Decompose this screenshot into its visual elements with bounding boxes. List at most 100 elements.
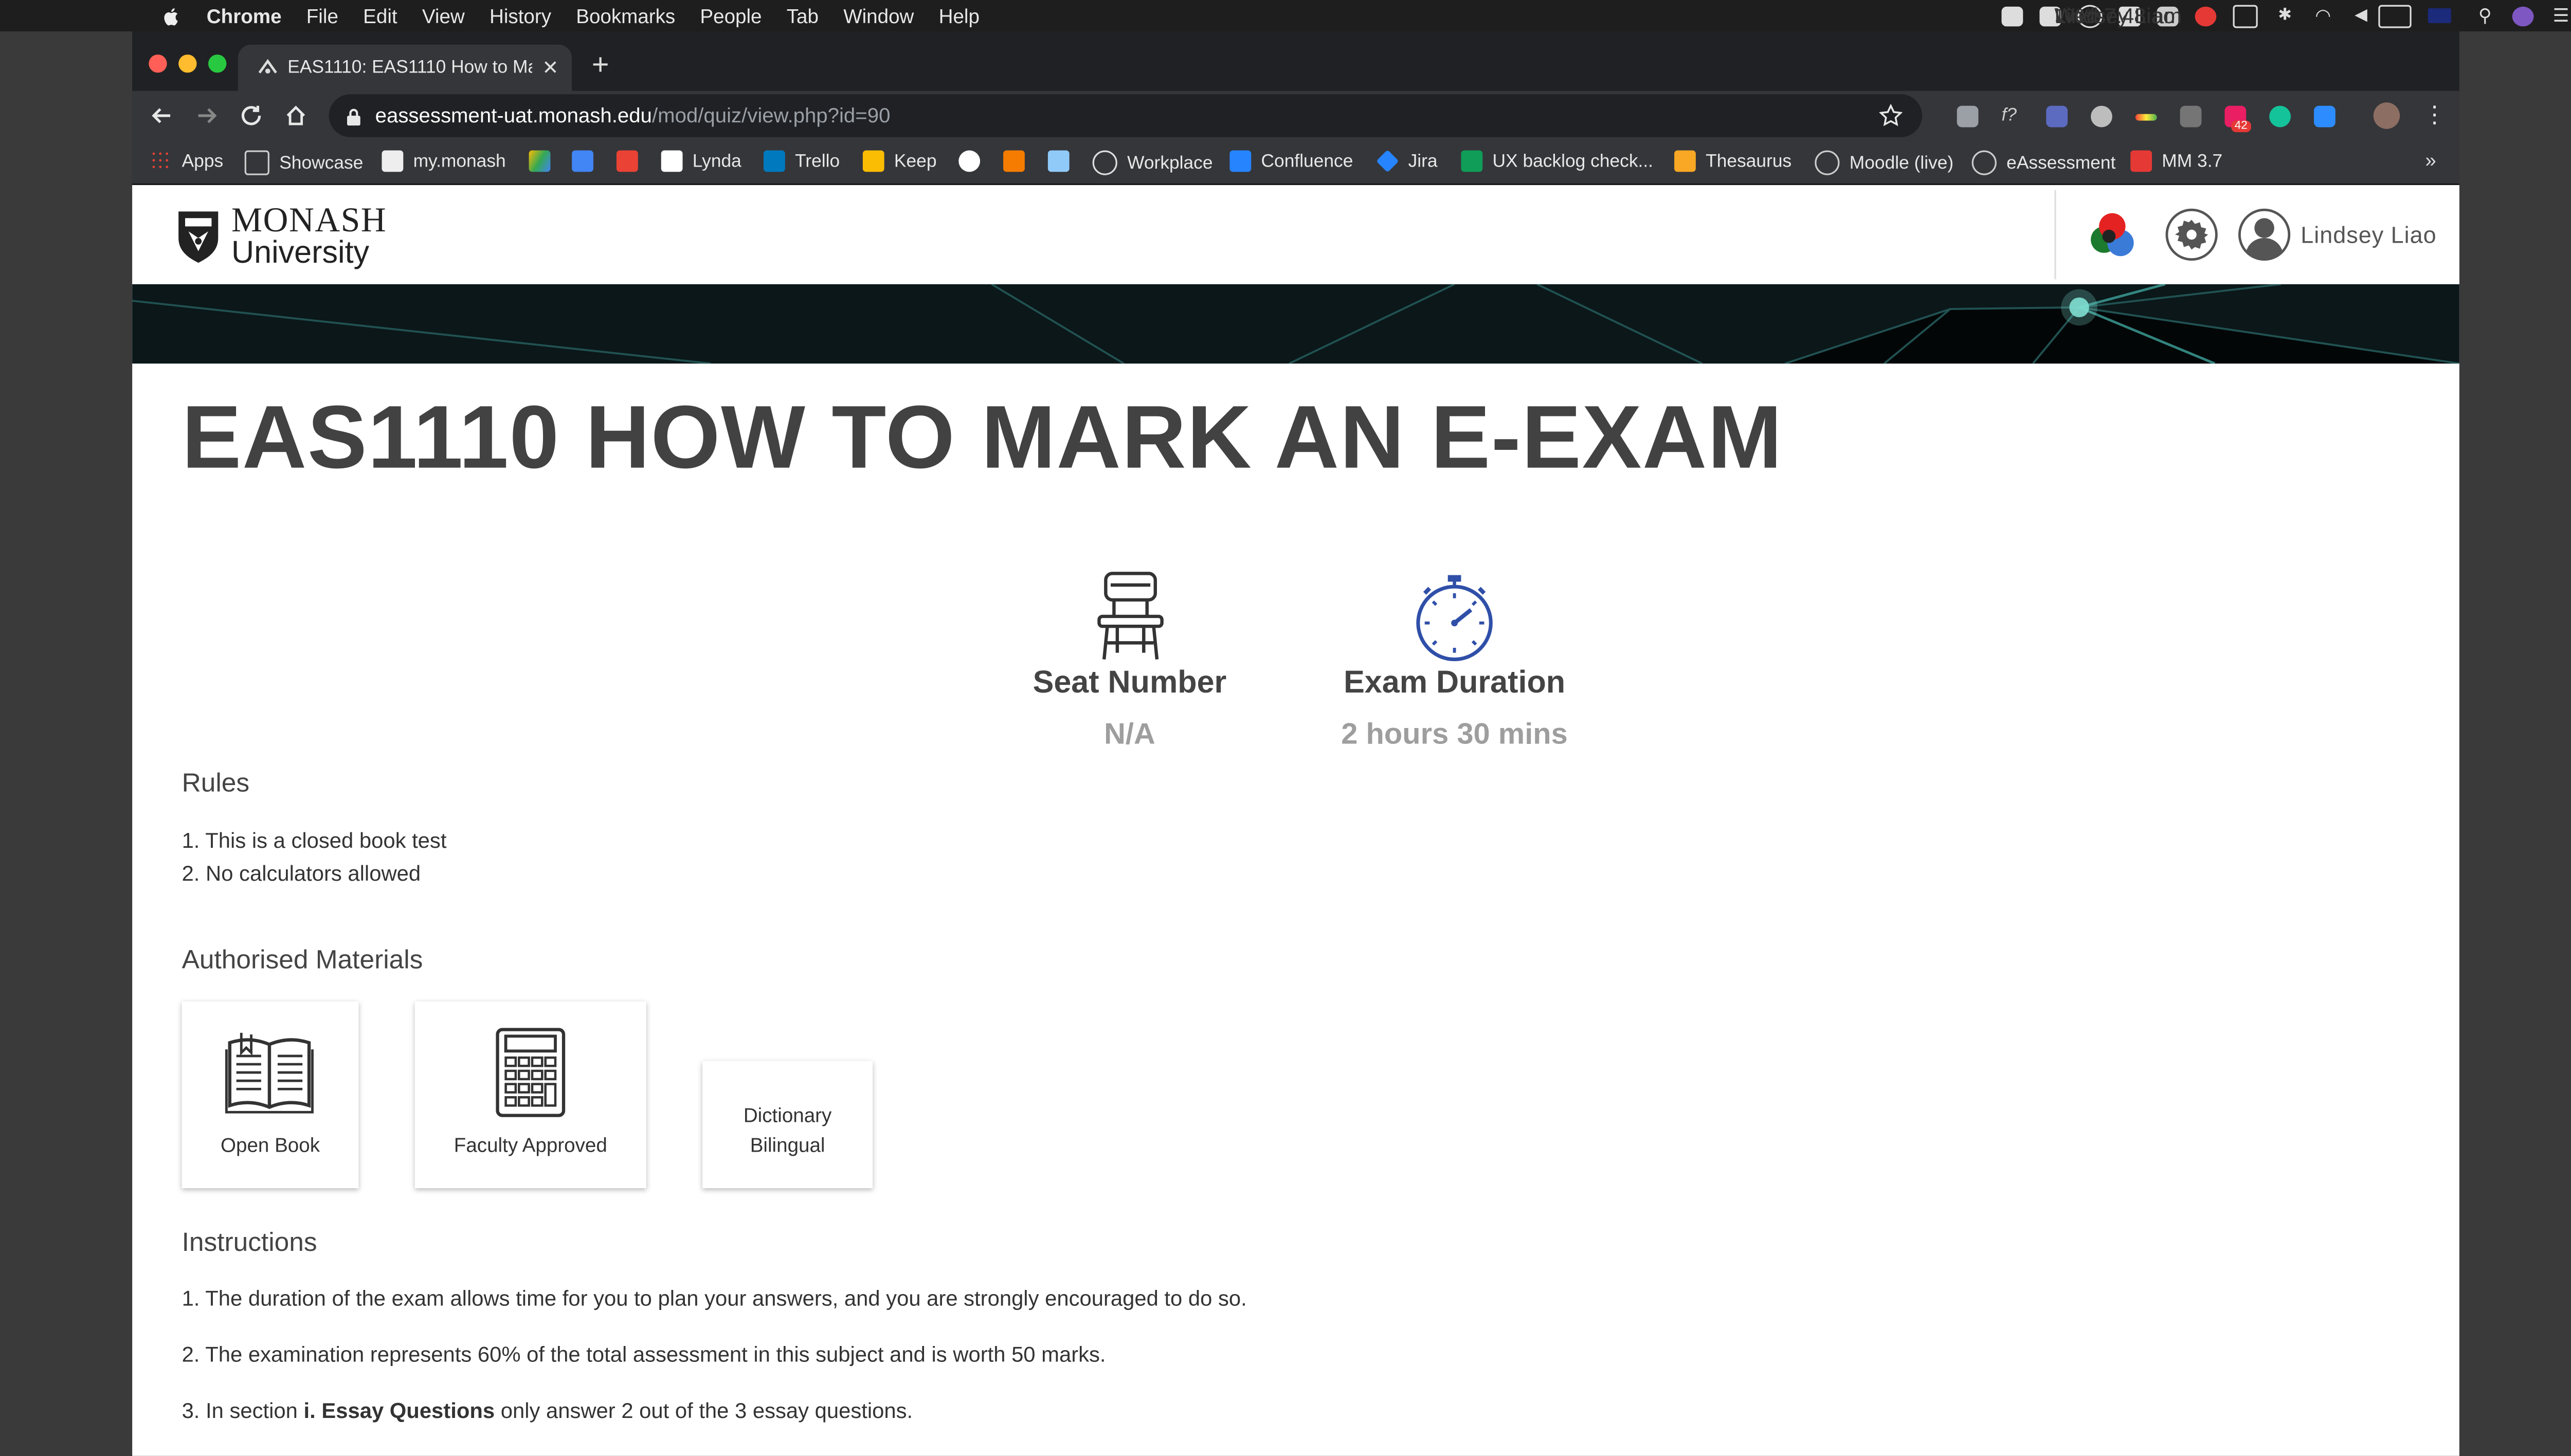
menu-tab[interactable]: Tab <box>787 4 819 27</box>
trello-icon <box>764 150 785 172</box>
exam-duration-label: Exam Duration <box>1344 666 1566 701</box>
color-dots-icon[interactable] <box>2088 210 2141 263</box>
tray-app-icon[interactable] <box>2001 6 2023 26</box>
bookmark-mm37[interactable]: MM 3.7 <box>2130 150 2222 172</box>
camera-extension-icon[interactable] <box>1957 105 1979 128</box>
menu-view[interactable]: View <box>422 4 465 27</box>
extension-icon[interactable] <box>2180 105 2202 128</box>
menu-file[interactable]: File <box>306 4 338 27</box>
user-avatar-icon[interactable] <box>2238 208 2291 261</box>
sheets-icon <box>1461 150 1483 172</box>
bookmark-label: Keep <box>894 151 937 171</box>
bookmark-site-icon <box>1003 150 1025 172</box>
tab-strip: EAS1110: EAS1110 How to Mark ✕ + <box>132 31 2459 91</box>
keep-icon <box>862 150 884 172</box>
lock-icon[interactable] <box>346 106 362 125</box>
screen: Chrome File Edit View History Bookmarks … <box>0 0 2571 1456</box>
bookmark-jira[interactable]: Jira <box>1376 150 1438 173</box>
tab-close-icon[interactable]: ✕ <box>542 56 558 79</box>
exam-duration-value: 2 hours 30 mins <box>1341 717 1568 751</box>
header-username[interactable]: Lindsey Liao <box>2301 222 2436 248</box>
input-flag-icon[interactable] <box>2428 8 2451 24</box>
bookmark-confluence[interactable]: Confluence <box>1229 150 1353 172</box>
home-icon[interactable] <box>283 102 309 129</box>
wifi-icon[interactable]: ◠ <box>2312 6 2334 26</box>
bookmark-my-monash[interactable]: my.monash <box>382 150 506 172</box>
bookmark-thesaurus[interactable]: Thesaurus <box>1674 150 1792 172</box>
new-tab-button[interactable]: + <box>592 48 609 83</box>
menu-app-chrome[interactable]: Chrome <box>207 4 282 27</box>
extension-icon[interactable] <box>2046 105 2068 128</box>
bookmark-label: Lynda <box>692 151 741 171</box>
spotlight-search-icon[interactable]: ⚲ <box>2474 6 2496 26</box>
extension-icon[interactable] <box>2091 105 2112 128</box>
bookmark-calendar[interactable] <box>572 150 603 172</box>
bluetooth-icon[interactable]: ✱ <box>2274 6 2296 26</box>
formula-extension-icon[interactable]: f? <box>2002 106 2023 128</box>
chrome-menu-icon[interactable]: ⋮ <box>2423 101 2446 129</box>
bookmark-gmail[interactable] <box>616 150 648 172</box>
menu-window[interactable]: Window <box>843 4 914 27</box>
siri-icon[interactable] <box>2512 6 2534 26</box>
bookmark-moodle-live[interactable]: Moodle (live) <box>1815 150 1953 175</box>
profile-avatar[interactable] <box>2373 102 2400 129</box>
workplace-icon <box>1092 150 1117 175</box>
bookmarks-bar: Apps Showcase my.monash Lynda Trello Kee… <box>132 140 2459 186</box>
volume-icon[interactable]: ◀ <box>2350 6 2372 26</box>
bookmark-extra[interactable] <box>1047 150 1079 172</box>
bookmark-lynda[interactable]: Lynda <box>661 150 741 172</box>
instructions-heading: Instructions <box>182 1229 317 1258</box>
menu-help[interactable]: Help <box>939 4 980 27</box>
material-card-dictionary: Dictionary Bilingual <box>702 1061 873 1189</box>
browser-toolbar: eassessment-uat.monash.edu/mod/quiz/view… <box>132 90 2459 141</box>
menu-bookmarks[interactable]: Bookmarks <box>576 4 675 27</box>
bookmark-star-icon[interactable] <box>1879 104 1903 128</box>
close-window-button[interactable] <box>149 54 167 73</box>
apple-icon[interactable] <box>159 6 185 26</box>
material-label-line2: Bilingual <box>750 1134 825 1157</box>
monash-logo[interactable]: MONASH University <box>175 203 387 269</box>
address-bar[interactable]: eassessment-uat.monash.edu/mod/quiz/view… <box>329 94 1923 137</box>
calculator-icon <box>496 1028 566 1117</box>
record-icon[interactable] <box>2195 6 2217 26</box>
open-book-icon <box>225 1032 314 1114</box>
bookmark-trello[interactable]: Trello <box>764 150 840 172</box>
authorised-materials-heading: Authorised Materials <box>182 947 423 975</box>
stopwatch-icon <box>1416 575 1493 662</box>
bookmark-apps[interactable]: Apps <box>150 150 223 172</box>
bookmarks-overflow-icon[interactable]: » <box>2425 149 2436 172</box>
bookmark-workplace[interactable]: Workplace <box>1092 150 1213 175</box>
instruction-item: 2. The examination represents 60% of the… <box>182 1342 1106 1367</box>
menu-history[interactable]: History <box>490 4 551 27</box>
battery-icon[interactable] <box>2378 4 2412 28</box>
forward-icon[interactable] <box>193 102 220 129</box>
confluence-icon <box>1229 150 1252 172</box>
menu-people[interactable]: People <box>700 4 762 27</box>
logo-line-monash: MONASH <box>231 199 387 240</box>
bookmark-eassessment[interactable]: eAssessment <box>1971 150 2115 175</box>
airplay-icon[interactable] <box>2233 4 2258 28</box>
mm-icon <box>2130 150 2152 172</box>
zoom-window-button[interactable] <box>208 54 227 73</box>
notification-center-icon[interactable]: ☰ <box>2550 6 2571 26</box>
zoom-extension-icon[interactable] <box>2314 105 2335 128</box>
bookmark-github[interactable] <box>958 150 990 172</box>
menubar-user[interactable]: Lindsey Liao <box>2054 3 2175 28</box>
color-extension-icon[interactable] <box>2135 114 2157 121</box>
logo-line-university: University <box>231 236 370 271</box>
settings-gear-icon[interactable] <box>2165 208 2218 261</box>
bookmark-showcase[interactable]: Showcase <box>244 150 363 175</box>
tab-active[interactable]: EAS1110: EAS1110 How to Mark ✕ <box>238 44 572 91</box>
grammarly-icon[interactable] <box>2269 105 2291 128</box>
bookmark-drive[interactable] <box>529 150 560 172</box>
minimize-window-button[interactable] <box>178 54 197 73</box>
moodle-icon <box>1815 150 1840 175</box>
reload-icon[interactable] <box>238 102 264 129</box>
bookmark-label: Thesaurus <box>1706 151 1792 171</box>
bookmark-keep[interactable]: Keep <box>862 150 937 172</box>
menu-edit[interactable]: Edit <box>363 4 397 27</box>
seat-number-label: Seat Number <box>1033 666 1227 701</box>
back-icon[interactable] <box>149 102 175 129</box>
bookmark-ux-backlog[interactable]: UX backlog check... <box>1461 150 1653 172</box>
bookmark-extra[interactable] <box>1003 150 1035 172</box>
